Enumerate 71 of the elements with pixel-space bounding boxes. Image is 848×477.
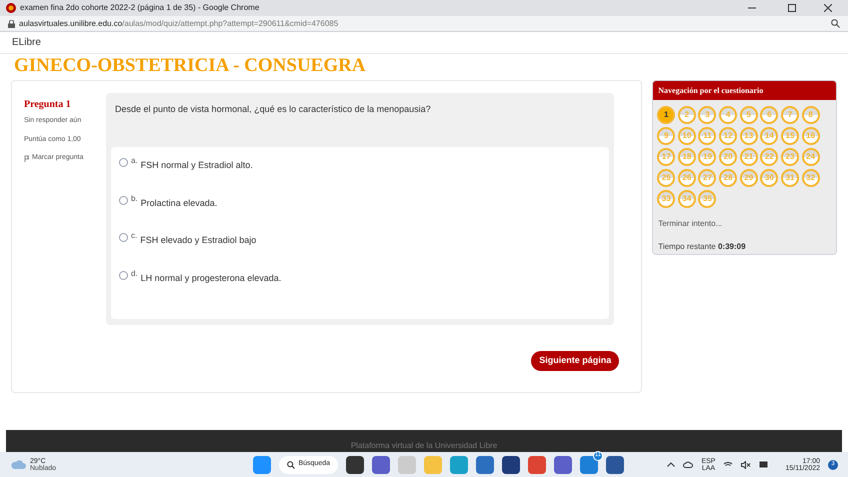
question-nav-button[interactable]: 1 xyxy=(657,106,676,124)
chevron-up-icon[interactable] xyxy=(667,462,676,467)
cloud-icon xyxy=(10,460,26,470)
question-nav-button[interactable]: 8 xyxy=(802,106,820,124)
option-text[interactable]: Prolactina elevada. xyxy=(140,196,218,210)
speaker-muted-icon[interactable] xyxy=(741,460,752,468)
site-brand[interactable]: ELibre xyxy=(12,35,41,50)
question-nav-button[interactable]: 9 xyxy=(657,127,676,145)
question-nav-button[interactable]: 31 xyxy=(780,169,799,187)
question-nav-button[interactable]: 18 xyxy=(678,148,696,166)
question-nav-button[interactable]: 6 xyxy=(760,106,778,124)
footer-text: Plataforma virtual de la Universidad Libre xyxy=(350,440,498,452)
lock-icon xyxy=(8,20,15,28)
option-text[interactable]: LH normal y progesterona elevada. xyxy=(140,272,282,285)
question-nav-button[interactable]: 5 xyxy=(740,106,758,124)
course-title: GINECO-OBSTETRICIA - CONSUEGRA xyxy=(14,56,366,74)
question-nav-button[interactable]: 32 xyxy=(802,169,820,187)
radio-button[interactable] xyxy=(119,158,128,167)
question-nav-button[interactable]: 22 xyxy=(760,148,778,166)
url-text: aulasvirtuales.unilibre.edu.co/aulas/mod/quiz/attempt.php?attempt=290611&cmid=476085 xyxy=(19,18,338,30)
question-number: Pregunta 1 xyxy=(24,98,72,112)
question-nav-button[interactable]: 23 xyxy=(780,148,799,166)
question-nav-button[interactable]: 16 xyxy=(802,127,820,145)
question-nav-button[interactable]: 29 xyxy=(740,169,758,187)
finish-attempt-link[interactable]: Terminar intento... xyxy=(653,218,836,230)
question-nav-button[interactable]: 35 xyxy=(698,190,716,208)
question-nav-button[interactable]: 4 xyxy=(719,106,738,124)
question-nav-button[interactable]: 13 xyxy=(740,127,758,145)
question-nav-button[interactable]: 28 xyxy=(719,169,738,187)
site-icon xyxy=(6,3,16,13)
window-title: examen fina 2do cohorte 2022-2 (página 1 de 35) - Google Chrome xyxy=(20,2,260,14)
question-nav-button[interactable]: 27 xyxy=(698,169,716,187)
time-remaining: Tiempo restante 0:39:09 xyxy=(657,241,747,253)
question-nav-button[interactable]: 14 xyxy=(760,127,778,145)
question-nav-button[interactable]: 3 xyxy=(698,106,716,124)
cloud-icon[interactable] xyxy=(683,461,694,468)
navigation-title: Navegación por el cuestionario xyxy=(658,84,764,96)
option-text[interactable]: FSH elevado y Estradiol bajo xyxy=(140,234,256,248)
question-nav-button[interactable]: 2 xyxy=(678,106,696,124)
search-icon xyxy=(287,460,296,468)
flag-icon[interactable] xyxy=(24,154,29,162)
question-nav-button[interactable]: 15 xyxy=(780,127,799,145)
radio-button[interactable] xyxy=(119,270,128,280)
address-bar[interactable]: aulasvirtuales.unilibre.edu.co/aulas/mod/quiz/attempt.php?attempt=290611&cmid=476085 xyxy=(0,16,848,32)
question-nav-button[interactable]: 11 xyxy=(698,127,716,145)
question-nav-button[interactable]: 20 xyxy=(719,148,738,166)
question-nav-button[interactable]: 33 xyxy=(657,190,676,208)
question-nav-button[interactable]: 7 xyxy=(780,106,799,124)
option-letter: b. xyxy=(131,192,138,204)
option-letter: d. xyxy=(131,268,138,280)
question-nav-button[interactable]: 24 xyxy=(802,148,820,166)
question-nav-button[interactable]: 26 xyxy=(678,169,696,187)
option-letter: c. xyxy=(131,230,138,242)
radio-button[interactable] xyxy=(119,196,128,204)
close-icon[interactable] xyxy=(824,4,832,12)
question-nav-button[interactable]: 34 xyxy=(678,190,696,208)
option-letter: a. xyxy=(131,155,138,167)
question-nav-button[interactable]: 19 xyxy=(698,148,716,166)
next-page-button[interactable]: Siguiente página xyxy=(531,351,620,371)
question-nav-button[interactable]: 10 xyxy=(678,127,696,145)
radio-button[interactable] xyxy=(119,233,128,242)
question-nav-button[interactable]: 21 xyxy=(740,148,758,166)
option-text[interactable]: FSH normal y Estradiol alto. xyxy=(140,159,253,172)
maximize-icon[interactable] xyxy=(788,4,796,12)
question-nav-button[interactable]: 30 xyxy=(760,169,778,187)
question-nav-button[interactable]: 12 xyxy=(719,127,738,145)
question-nav-button[interactable]: 25 xyxy=(657,169,676,187)
question-text: Desde el punto de vista hormonal, ¿qué es lo característico de la menopausia? xyxy=(114,103,432,116)
question-nav-button[interactable]: 17 xyxy=(657,148,676,166)
zoom-icon[interactable] xyxy=(831,19,840,28)
wifi-icon[interactable] xyxy=(723,460,734,468)
